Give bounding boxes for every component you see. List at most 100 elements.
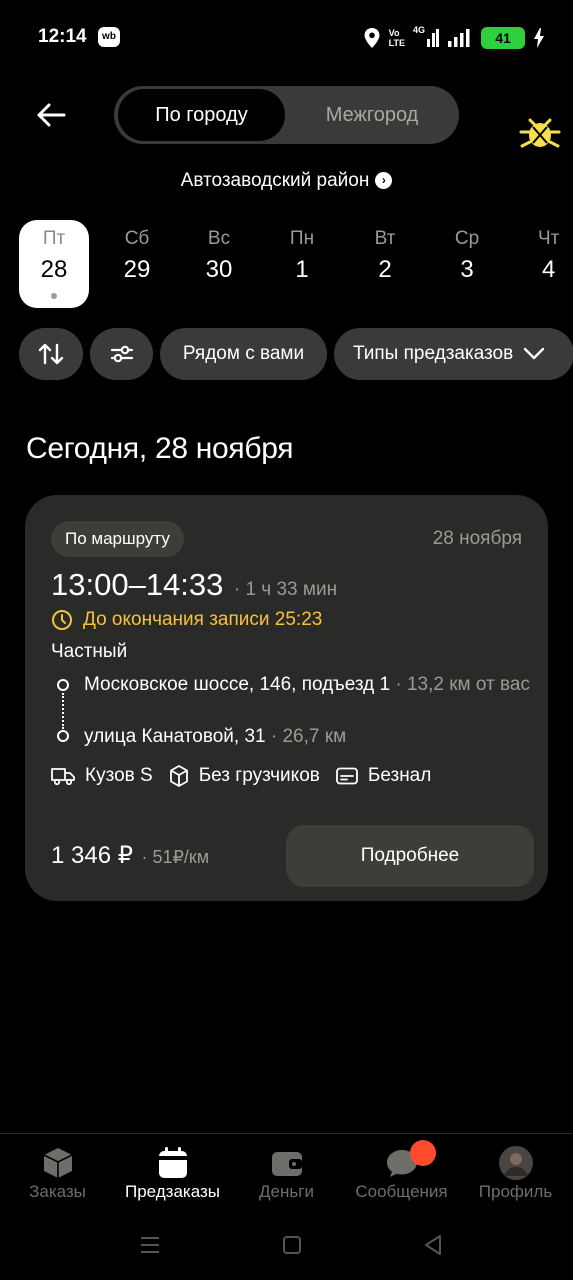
day-number: 29 (123, 256, 151, 283)
tab-city[interactable]: По городу (118, 89, 285, 141)
feature-payment-label: Безнал (367, 765, 432, 786)
card-icon (335, 767, 358, 785)
day-name: Сб (124, 228, 150, 249)
chevron-right-icon: › (375, 172, 393, 189)
route-badge: По маршруту (51, 521, 184, 557)
date-item[interactable]: Пт 28 (19, 220, 89, 308)
signal-icon-2 (448, 29, 470, 47)
start-address: Московское шоссе, 146, подъезд 1 (84, 674, 391, 695)
avatar-icon (499, 1146, 533, 1180)
order-types-label: Типы предзаказов (353, 343, 514, 364)
day-number: 30 (205, 256, 233, 283)
status-bar: 12:14 wb Vo LTE 4G 41 (0, 0, 573, 76)
nav-money[interactable]: Деньги (229, 1134, 344, 1224)
sort-icon (38, 343, 64, 365)
date-strip: Пт 28 Сб 29 Вс 30 Пн 1 Вт 2 Ср 3 Чт 4 (0, 220, 573, 308)
recent-apps-icon[interactable] (139, 1235, 161, 1255)
section-title: Сегодня, 28 ноября (26, 432, 294, 465)
feature-body-label: Кузов S (85, 765, 153, 786)
back-button[interactable] (30, 96, 72, 134)
order-time: 13:00–14:33 · 1 ч 33 мин (51, 567, 337, 603)
day-name: Ср (454, 228, 480, 249)
route-end: улица Канатовой, 31 · 26,7 км (84, 725, 544, 749)
sort-button[interactable] (19, 328, 83, 380)
bottom-navigation: Заказы Предзаказы Деньги Сообщения Профи… (0, 1133, 573, 1223)
charging-icon (534, 28, 544, 48)
network-bottom-label: LTE (388, 38, 405, 48)
notification-badge (410, 1140, 436, 1166)
day-number: 1 (295, 256, 309, 283)
network-label: Vo LTE (389, 28, 405, 48)
nav-orders[interactable]: Заказы (0, 1134, 115, 1224)
signal-icon-1: 4G (413, 25, 439, 49)
details-button[interactable]: Подробнее (286, 825, 534, 887)
district-label: Автозаводский район (180, 170, 370, 191)
system-navigation (0, 1222, 573, 1280)
nav-profile-label: Профиль (478, 1182, 553, 1201)
date-item[interactable]: Ср 3 (432, 220, 502, 308)
end-distance: · 26,7 км (265, 726, 347, 747)
wb-app-icon: wb (98, 27, 120, 47)
deadline-timer: До окончания записи 25:23 (51, 609, 322, 631)
district-selector[interactable]: Автозаводский район › (0, 170, 573, 192)
filter-bar: Рядом с вами Типы предзаказов (19, 328, 573, 380)
day-name: Пт (42, 228, 66, 249)
day-number: 4 (542, 256, 556, 283)
order-types-dropdown[interactable]: Типы предзаказов (334, 328, 573, 380)
order-features: Кузов S Без грузчиков Безнал (51, 765, 447, 787)
day-number: 3 (460, 256, 474, 283)
battery-indicator: 41 (481, 27, 525, 49)
truck-icon (51, 768, 75, 786)
wallet-icon (272, 1152, 302, 1176)
box-icon (43, 1148, 73, 1178)
end-address: улица Канатовой, 31 (84, 726, 266, 747)
route-start: Московское шоссе, 146, подъезд 1 · 13,2 … (84, 673, 544, 697)
nearby-filter-chip[interactable]: Рядом с вами (160, 328, 327, 380)
date-item[interactable]: Пн 1 (267, 220, 337, 308)
bug-report-button[interactable] (518, 112, 562, 154)
status-time: 12:14 (38, 26, 87, 47)
today-dot (51, 293, 57, 299)
deadline-text: До окончания записи 25:23 (83, 609, 323, 630)
start-distance: · 13,2 км от вас (390, 674, 530, 695)
date-item[interactable]: Вс 30 (184, 220, 254, 308)
price-total: 1 346 ₽ (51, 842, 133, 869)
price-per-km: · 51₽/км (141, 847, 210, 867)
sliders-icon (110, 345, 133, 363)
nav-messages[interactable]: Сообщения (344, 1134, 459, 1224)
route-end-marker (57, 730, 69, 742)
day-name: Пн (289, 228, 315, 249)
order-date: 28 ноября (432, 528, 522, 549)
home-icon[interactable] (282, 1235, 302, 1255)
date-item[interactable]: Сб 29 (102, 220, 172, 308)
city-mode-switch: По городу Межгород (114, 86, 459, 144)
tab-intercity[interactable]: Межгород (289, 89, 455, 141)
route-start-marker (57, 679, 69, 691)
filter-settings-button[interactable] (90, 328, 153, 380)
time-range: 13:00–14:33 (51, 567, 224, 602)
calendar-icon (159, 1147, 187, 1178)
day-number: 2 (378, 256, 392, 283)
order-card[interactable]: По маршруту 28 ноября 13:00–14:33 · 1 ч … (25, 495, 548, 901)
date-item[interactable]: Чт 4 (515, 220, 573, 308)
network-top-label: Vo (388, 28, 400, 38)
arrow-left-icon (37, 103, 66, 127)
day-name: Вт (374, 228, 396, 249)
day-name: Чт (538, 228, 560, 249)
day-number: 28 (40, 256, 68, 283)
feature-loaders: Без грузчиков (169, 765, 320, 787)
nav-profile[interactable]: Профиль (458, 1134, 573, 1224)
feature-loaders-label: Без грузчиков (198, 765, 320, 786)
back-nav-icon[interactable] (423, 1234, 443, 1256)
chevron-down-icon (524, 347, 545, 360)
date-item[interactable]: Вт 2 (350, 220, 420, 308)
duration: · 1 ч 33 мин (233, 579, 338, 600)
day-name: Вс (207, 228, 231, 249)
feature-body: Кузов S (51, 765, 153, 787)
feature-payment: Безнал (335, 765, 432, 787)
status-indicators: Vo LTE 4G 41 (363, 24, 545, 52)
location-icon (364, 28, 380, 48)
route-connector (62, 693, 64, 729)
nav-preorders[interactable]: Предзаказы (115, 1134, 230, 1224)
customer-type: Частный (51, 641, 128, 662)
